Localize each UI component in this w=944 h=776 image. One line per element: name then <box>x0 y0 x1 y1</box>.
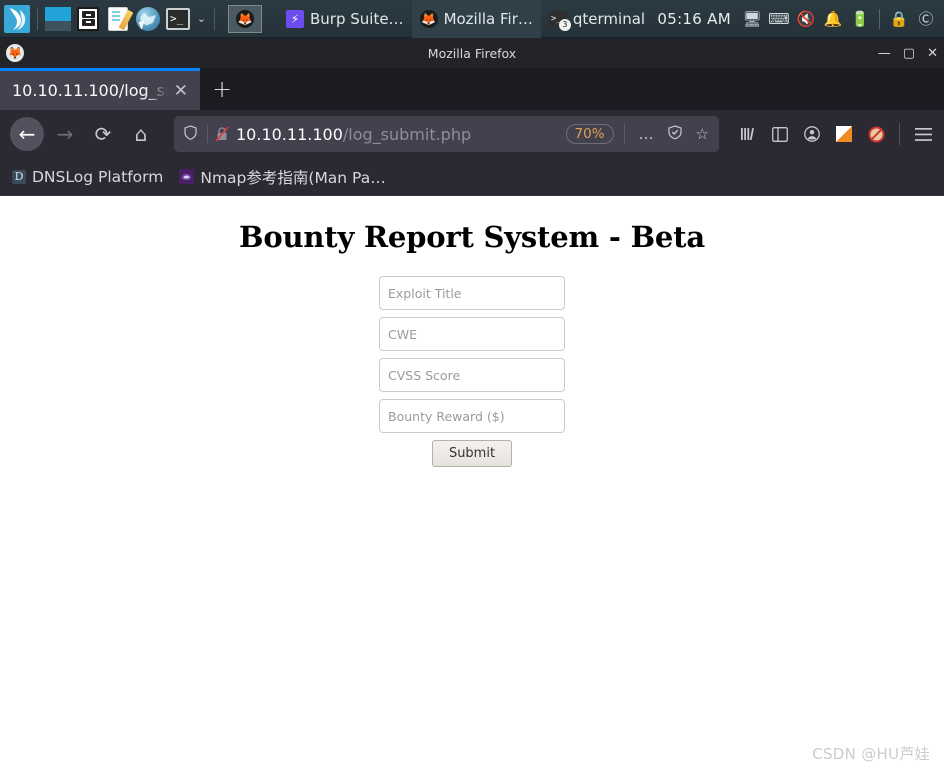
active-window-button[interactable]: 🦊 <box>228 4 262 33</box>
terminal-button[interactable]: >_ <box>163 2 193 36</box>
firefox-icon: 🦊 <box>6 44 24 62</box>
bookmark-star-icon[interactable]: ☆ <box>692 125 713 143</box>
volume-muted-icon[interactable]: 🔇 <box>796 9 816 29</box>
clipboard-icon[interactable]: Ⓒ <box>916 9 936 29</box>
new-tab-button[interactable]: + <box>200 68 244 110</box>
file-manager-icon <box>77 6 99 31</box>
firefox-window: 🦊 Mozilla Firefox — ▢ ✕ 10.10.11.100/log… <box>0 38 944 776</box>
insecure-lock-icon[interactable] <box>214 125 230 143</box>
taskbar-divider-1 <box>37 7 38 30</box>
battery-icon[interactable]: 🔋 <box>850 9 870 29</box>
tab-bar: 10.10.11.100/log_sub ✕ + <box>0 68 944 110</box>
qterminal-icon: >_ 3 <box>548 10 571 31</box>
firefox-icon: 🦊 <box>419 9 438 28</box>
zoom-level-indicator[interactable]: 70% <box>565 124 614 144</box>
qterminal-count-badge: 3 <box>558 18 571 31</box>
close-icon[interactable]: ✕ <box>168 81 194 101</box>
csdn-watermark: CSDN @HU芦娃 <box>812 745 930 763</box>
page-title: Bounty Report System - Beta <box>239 220 705 254</box>
home-button[interactable]: ⌂ <box>124 117 158 151</box>
toolbar-right-icons <box>733 123 934 145</box>
noscript-icon[interactable] <box>865 123 887 145</box>
window-titlebar: 🦊 Mozilla Firefox — ▢ ✕ <box>0 38 944 68</box>
window-title: Mozilla Firefox <box>427 45 517 61</box>
page-content: Bounty Report System - Beta Submit CSDN … <box>0 196 944 776</box>
url-host: 10.10.11.100 <box>236 124 343 144</box>
clock[interactable]: 05:16 AM <box>657 10 731 28</box>
system-tray: 05:16 AM 🖥 ⌨ 🔇 🔔 🔋 🔒 Ⓒ <box>657 8 944 29</box>
minimize-button[interactable]: — <box>878 46 891 61</box>
bookmark-label: DNSLog Platform <box>32 167 164 186</box>
library-icon[interactable] <box>737 123 759 145</box>
chevron-down-icon: ⌄ <box>196 12 207 25</box>
cwe-input[interactable] <box>379 317 565 351</box>
display-icon[interactable]: 🖥 <box>742 9 762 29</box>
taskbar-task-firefox[interactable]: 🦊 Mozilla Fir… <box>411 0 541 38</box>
reader-shield-icon[interactable] <box>664 124 686 144</box>
url-divider <box>207 125 208 143</box>
bounty-reward-input[interactable] <box>379 399 565 433</box>
url-text[interactable]: 10.10.11.100/log_submit.php <box>236 125 560 144</box>
lock-icon[interactable]: 🔒 <box>889 9 909 29</box>
dark-reader-icon[interactable] <box>833 123 855 145</box>
taskbar-task-label: qterminal <box>572 9 646 28</box>
taskbar-task-label: Mozilla Fir… <box>443 9 533 28</box>
url-path: /log_submit.php <box>342 124 472 144</box>
tray-divider <box>879 8 880 29</box>
forward-button[interactable]: → <box>48 117 82 151</box>
cvss-score-input[interactable] <box>379 358 565 392</box>
url-divider-2 <box>623 124 625 144</box>
kali-menu-button[interactable] <box>2 2 32 36</box>
taskbar-divider-2 <box>214 7 215 30</box>
dnslog-favicon: D <box>12 169 26 184</box>
launcher-dropdown-button[interactable]: ⌄ <box>193 2 209 36</box>
firefox-icon: 🦊 <box>236 9 254 28</box>
taskbar-task-qterminal[interactable]: >_ 3 qterminal <box>541 0 653 38</box>
kali-dragon-icon <box>4 4 30 33</box>
exploit-title-input[interactable] <box>379 276 565 310</box>
tracking-shield-icon[interactable] <box>180 124 201 144</box>
globe-icon <box>136 6 160 31</box>
burp-suite-icon: ⚡ <box>286 9 304 28</box>
bookmarks-toolbar: D DNSLog Platform Nmap参考指南(Man Pa… <box>0 158 944 196</box>
notification-bell-icon[interactable]: 🔔 <box>823 9 843 29</box>
text-editor-icon <box>108 6 134 31</box>
window-controls: — ▢ ✕ <box>878 46 938 61</box>
submit-button[interactable]: Submit <box>431 440 513 467</box>
text-editor-button[interactable] <box>103 2 134 36</box>
taskbar-window-list: ⚡ Burp Suite… 🦊 Mozilla Fir… >_ 3 qtermi… <box>278 0 657 38</box>
url-bar[interactable]: 10.10.11.100/log_submit.php 70% … ☆ <box>174 116 719 152</box>
bookmark-nmap-guide[interactable]: Nmap参考指南(Man Pa… <box>173 164 391 190</box>
reload-button[interactable]: ⟳ <box>86 117 120 151</box>
taskbar-task-label: Burp Suite… <box>310 9 404 28</box>
hamburger-menu-icon[interactable] <box>912 123 934 145</box>
account-icon[interactable] <box>801 123 823 145</box>
workspace-icon <box>45 6 71 31</box>
bookmark-label: Nmap参考指南(Man Pa… <box>200 168 386 187</box>
taskbar-task-burp-suite[interactable]: ⚡ Burp Suite… <box>278 0 412 38</box>
tab-title: 10.10.11.100/log_sub <box>12 81 168 100</box>
file-manager-button[interactable] <box>73 2 103 36</box>
close-button[interactable]: ✕ <box>927 46 938 61</box>
page-actions-icon[interactable]: … <box>635 125 658 143</box>
desktop-taskbar: >_ ⌄ 🦊 ⚡ Burp Suite… 🦊 Mozilla Fir… >_ 3… <box>0 0 944 38</box>
bounty-report-form: Submit <box>379 254 565 467</box>
navigation-toolbar: ← → ⟳ ⌂ 10.10.11.100/log_submit.php 70% … <box>0 110 944 158</box>
maximize-button[interactable]: ▢ <box>903 46 915 61</box>
toolbar-divider <box>899 123 900 145</box>
keyboard-icon[interactable]: ⌨ <box>768 9 790 29</box>
web-browser-button[interactable] <box>133 2 163 36</box>
browser-tab-active[interactable]: 10.10.11.100/log_sub ✕ <box>0 68 200 110</box>
taskbar-launchers: >_ ⌄ 🦊 <box>0 0 262 38</box>
bookmark-dnslog-platform[interactable]: D DNSLog Platform <box>6 166 169 188</box>
workspace-switcher-button[interactable] <box>43 2 73 36</box>
terminal-icon: >_ <box>166 7 190 30</box>
sidebar-icon[interactable] <box>769 123 791 145</box>
nmap-favicon <box>179 169 195 184</box>
back-button[interactable]: ← <box>10 117 44 151</box>
